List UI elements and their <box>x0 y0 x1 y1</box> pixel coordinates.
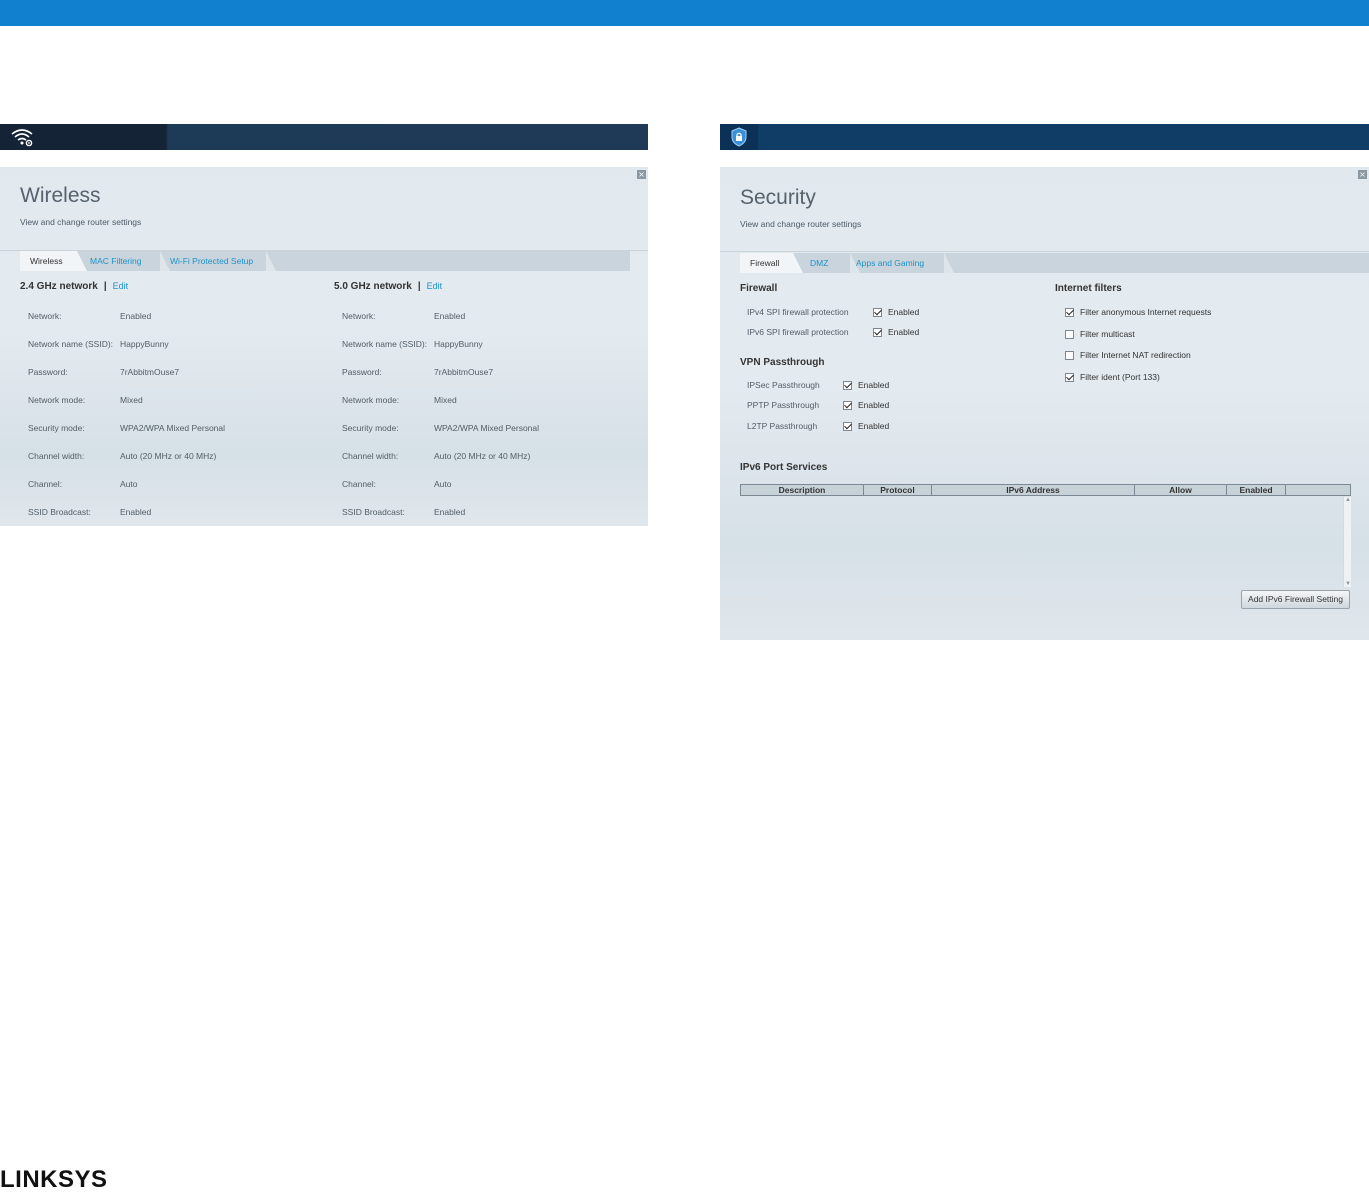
ipv6-spi-checkbox[interactable] <box>873 327 882 337</box>
ipv6-heading: IPv6 Port Services <box>740 462 828 473</box>
network-title: 5.0 GHz network <box>334 281 412 292</box>
row-channel-width: Channel width: Auto (20 MHz or 40 MHz) <box>342 451 531 461</box>
filter-multicast-row: Filter multicast <box>1065 329 1135 339</box>
pptp-checkbox[interactable] <box>843 400 852 410</box>
tab-strip: Firewall DMZ Apps and Gaming <box>740 253 1369 273</box>
tab-apps-gaming[interactable]: Apps and Gaming <box>846 253 954 273</box>
tab-wireless[interactable]: Wireless <box>20 251 87 271</box>
wireless-panel-header <box>0 124 648 150</box>
row-password: Password: 7rAbbitmOuse7 <box>342 367 494 377</box>
row-ssid-broadcast: SSID Broadcast: Enabled <box>342 507 466 517</box>
firewall-heading: Firewall <box>740 283 778 294</box>
row-ssid: Network name (SSID): HappyBunny <box>28 339 169 349</box>
separator: | <box>417 281 421 292</box>
wifi-gear-icon <box>11 129 33 147</box>
close-icon[interactable]: × <box>1358 170 1367 179</box>
edit-link[interactable]: Edit <box>113 281 129 291</box>
row-security: Security mode: WPA2/WPA Mixed Personal <box>28 423 226 433</box>
internet-filters-heading: Internet filters <box>1055 283 1122 294</box>
shield-lock-icon <box>731 127 747 147</box>
network-24ghz: 2.4 GHz network | Edit Network: Enabled Net… <box>20 281 320 517</box>
l2tp-checkbox[interactable] <box>843 421 852 431</box>
page-title: Wireless <box>20 184 101 207</box>
row-mode: Network mode: Mixed <box>28 395 143 405</box>
ipv6-spi-row: IPv6 SPI firewall protection Enabled <box>747 327 920 337</box>
tab-mac-filtering[interactable]: MAC Filtering <box>80 251 170 271</box>
ipv6-table-header: Description Protocol IPv6 Address Allow … <box>740 484 1351 496</box>
tab-firewall[interactable]: Firewall <box>740 253 803 273</box>
filter-ident-row: Filter ident (Port 133) <box>1065 372 1160 382</box>
row-password: Password: 7rAbbitmOuse7 <box>28 367 180 377</box>
col-protocol[interactable]: Protocol <box>864 485 932 495</box>
ipsec-row: IPSec Passthrough Enabled <box>747 380 890 390</box>
filter-anonymous-checkbox[interactable] <box>1065 307 1074 317</box>
filter-nat-row: Filter Internet NAT redirection <box>1065 350 1191 360</box>
col-allow[interactable]: Allow <box>1135 485 1227 495</box>
filter-nat-checkbox[interactable] <box>1065 350 1074 360</box>
network-50ghz: 5.0 GHz network | Edit Network: Enabled Net… <box>334 281 634 517</box>
row-ssid: Network name (SSID): HappyBunny <box>342 339 483 349</box>
row-channel-width: Channel width: Auto (20 MHz or 40 MHz) <box>28 451 217 461</box>
col-enabled[interactable]: Enabled <box>1227 485 1286 495</box>
network-title: 2.4 GHz network <box>20 281 98 292</box>
security-panel-header <box>720 124 1369 150</box>
filter-multicast-checkbox[interactable] <box>1065 329 1074 339</box>
filter-anonymous-row: Filter anonymous Internet requests <box>1065 307 1211 317</box>
separator: | <box>103 281 107 292</box>
wireless-icon-box <box>0 124 166 150</box>
page-subtitle: View and change router settings <box>740 219 862 229</box>
row-network: Network: Enabled <box>28 311 152 321</box>
col-description[interactable]: Description <box>741 485 864 495</box>
network-heading: 5.0 GHz network | Edit <box>334 281 634 292</box>
row-channel: Channel: Auto <box>28 479 138 489</box>
ipv4-spi-row: IPv4 SPI firewall protection Enabled <box>747 307 920 317</box>
vpn-heading: VPN Passthrough <box>740 357 825 368</box>
tab-wps[interactable]: Wi-Fi Protected Setup <box>160 251 276 271</box>
add-ipv6-firewall-button[interactable]: Add IPv6 Firewall Setting <box>1241 590 1350 609</box>
scrollbar[interactable]: ▲ ▼ <box>1343 497 1351 587</box>
top-accent-bar <box>0 0 1369 26</box>
filter-ident-checkbox[interactable] <box>1065 372 1074 382</box>
row-network: Network: Enabled <box>342 311 466 321</box>
ipsec-checkbox[interactable] <box>843 380 852 390</box>
page-title: Security <box>740 186 816 209</box>
ipv6-table-body: ▲ ▼ <box>740 497 1351 587</box>
tab-dmz[interactable]: DMZ <box>800 253 860 273</box>
security-panel: × Security View and change router settin… <box>720 167 1369 640</box>
scroll-up-icon[interactable]: ▲ <box>1345 497 1351 503</box>
close-icon[interactable]: × <box>637 170 646 179</box>
row-security: Security mode: WPA2/WPA Mixed Personal <box>342 423 540 433</box>
linksys-logo: LINKSYS <box>0 1166 108 1193</box>
network-heading: 2.4 GHz network | Edit <box>20 281 320 292</box>
edit-link[interactable]: Edit <box>427 281 443 291</box>
ipv4-spi-checkbox[interactable] <box>873 307 882 317</box>
col-ipv6-address[interactable]: IPv6 Address <box>932 485 1135 495</box>
tab-strip: Wireless MAC Filtering Wi-Fi Protected S… <box>20 251 630 271</box>
security-icon-box <box>720 124 758 150</box>
row-mode: Network mode: Mixed <box>342 395 457 405</box>
pptp-row: PPTP Passthrough Enabled <box>747 400 890 410</box>
row-channel: Channel: Auto <box>342 479 452 489</box>
row-ssid-broadcast: SSID Broadcast: Enabled <box>28 507 152 517</box>
page-subtitle: View and change router settings <box>20 217 142 227</box>
wireless-panel: × Wireless View and change router settin… <box>0 167 648 526</box>
scroll-down-icon[interactable]: ▼ <box>1345 581 1351 587</box>
divider <box>720 251 1369 252</box>
l2tp-row: L2TP Passthrough Enabled <box>747 421 890 431</box>
col-actions <box>1286 485 1350 495</box>
